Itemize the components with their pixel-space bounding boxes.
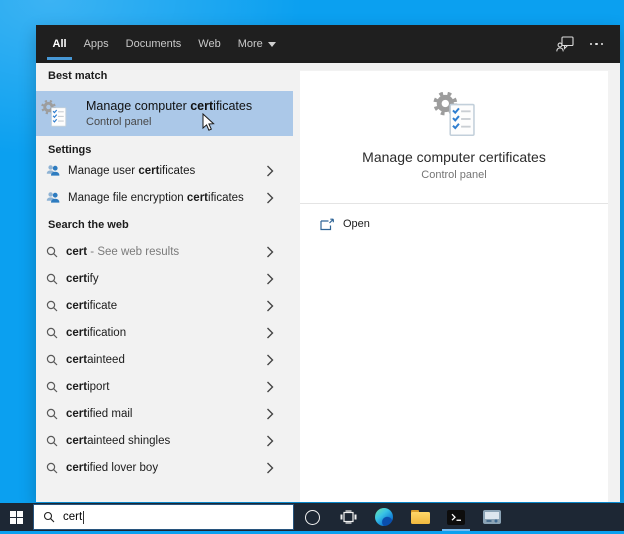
best-match-title: Manage computer certificates xyxy=(86,98,252,114)
chevron-right-icon[interactable] xyxy=(266,165,274,177)
web-suggestion-row[interactable]: certified lover boy xyxy=(36,454,293,481)
chevron-right-icon[interactable] xyxy=(266,354,274,366)
app-icon xyxy=(483,510,501,524)
settings-result-row[interactable]: Manage user certificates xyxy=(36,157,293,184)
cortana-icon xyxy=(305,510,320,525)
preview-pane: Manage computer certificates Control pan… xyxy=(300,71,608,502)
windows-logo-icon xyxy=(10,511,23,524)
search-icon xyxy=(46,381,58,393)
preview-subtitle: Control panel xyxy=(300,169,608,181)
certificates-icon-large xyxy=(433,92,476,138)
tab-documents[interactable]: Documents xyxy=(117,25,190,63)
taskbar: cert xyxy=(0,503,624,531)
task-view-button[interactable] xyxy=(330,503,366,531)
open-action[interactable]: Open xyxy=(300,204,608,244)
chevron-right-icon[interactable] xyxy=(266,192,274,204)
search-window: All Apps Documents Web More Best match xyxy=(36,25,620,502)
search-icon xyxy=(46,354,58,366)
user-certificate-icon xyxy=(46,164,60,177)
search-icon xyxy=(46,273,58,285)
web-suggestion-row[interactable]: certainteed xyxy=(36,346,293,373)
section-label-best-match: Best match xyxy=(36,69,293,83)
settings-result-row[interactable]: Manage file encryption certificates xyxy=(36,184,293,211)
tab-web[interactable]: Web xyxy=(190,25,229,63)
preview-title: Manage computer certificates xyxy=(300,149,608,165)
tab-more[interactable]: More xyxy=(229,25,284,63)
chevron-right-icon[interactable] xyxy=(266,273,274,285)
web-suggestion-row[interactable]: certainteed shingles xyxy=(36,427,293,454)
task-view-icon xyxy=(340,510,357,524)
search-icon xyxy=(43,511,55,523)
chevron-right-icon[interactable] xyxy=(266,462,274,474)
open-icon xyxy=(320,218,334,231)
start-button[interactable] xyxy=(0,503,33,531)
feedback-icon[interactable] xyxy=(556,36,574,52)
web-suggestion-row[interactable]: certiport xyxy=(36,373,293,400)
results-pane: Best match Manage computer certificates … xyxy=(36,63,293,502)
search-icon xyxy=(46,246,58,258)
web-suggestion-row[interactable]: certify xyxy=(36,265,293,292)
search-icon xyxy=(46,327,58,339)
chevron-down-icon xyxy=(268,42,276,47)
app-button[interactable] xyxy=(474,503,510,531)
search-icon xyxy=(46,435,58,447)
mouse-cursor xyxy=(202,113,215,132)
chevron-right-icon[interactable] xyxy=(266,300,274,312)
web-suggestion-row[interactable]: certification xyxy=(36,319,293,346)
file-explorer-icon xyxy=(411,510,430,524)
edge-button[interactable] xyxy=(366,503,402,531)
chevron-right-icon[interactable] xyxy=(266,246,274,258)
taskbar-search-value: cert xyxy=(63,511,82,523)
web-results: cert - See web results certify xyxy=(36,238,293,481)
best-match-result[interactable]: Manage computer certificates Control pan… xyxy=(36,91,293,136)
chevron-right-icon[interactable] xyxy=(266,381,274,393)
user-certificate-icon xyxy=(46,191,60,204)
web-suggestion-row[interactable]: certified mail xyxy=(36,400,293,427)
cortana-button[interactable] xyxy=(294,503,330,531)
command-prompt-icon xyxy=(447,510,465,525)
search-icon xyxy=(46,408,58,420)
settings-results: Manage user certificates Manage file enc… xyxy=(36,157,293,211)
ellipsis-menu-icon[interactable] xyxy=(590,43,604,46)
chevron-right-icon[interactable] xyxy=(266,435,274,447)
web-suggestion-row[interactable]: cert - See web results xyxy=(36,238,293,265)
search-icon xyxy=(46,300,58,312)
search-icon xyxy=(46,462,58,474)
command-prompt-button[interactable] xyxy=(438,503,474,531)
text-caret xyxy=(83,511,84,524)
section-label-search-web: Search the web xyxy=(36,218,293,232)
active-app-indicator xyxy=(442,529,470,531)
section-label-settings: Settings xyxy=(36,143,293,157)
chevron-right-icon[interactable] xyxy=(266,327,274,339)
tab-apps[interactable]: Apps xyxy=(75,25,117,63)
web-suggestion-row[interactable]: certificate xyxy=(36,292,293,319)
taskbar-search-box[interactable]: cert xyxy=(33,504,294,530)
edge-icon xyxy=(375,508,393,526)
best-match-subtitle: Control panel xyxy=(86,115,252,129)
chevron-right-icon[interactable] xyxy=(266,408,274,420)
certificates-icon xyxy=(41,100,67,128)
search-filter-bar: All Apps Documents Web More xyxy=(36,25,620,63)
desktop: { "colors": { "wallpaper": "#0ba0f0", "w… xyxy=(0,0,624,534)
tab-all[interactable]: All xyxy=(44,25,75,63)
file-explorer-button[interactable] xyxy=(402,503,438,531)
